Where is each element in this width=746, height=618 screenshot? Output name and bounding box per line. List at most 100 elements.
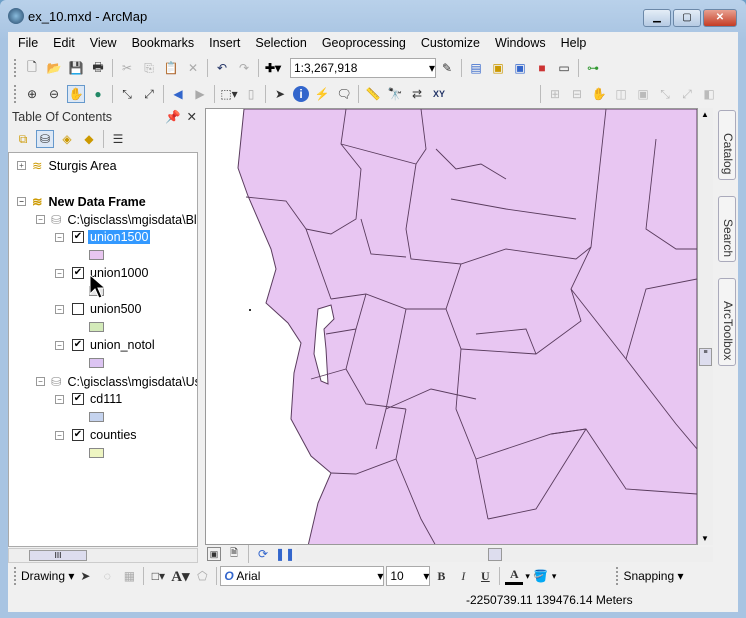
list-by-visibility-icon[interactable]: ◈ <box>58 130 76 148</box>
menu-bookmarks[interactable]: Bookmarks <box>132 36 195 50</box>
pin-icon[interactable]: 📌 <box>165 108 181 126</box>
menu-edit[interactable]: Edit <box>53 36 75 50</box>
paste-icon[interactable]: 📋 <box>162 59 180 77</box>
layer-visibility-checkbox[interactable] <box>72 303 84 315</box>
layer-symbol[interactable] <box>89 250 104 260</box>
map-view[interactable] <box>205 108 698 547</box>
html-popup-icon[interactable]: 🗨 <box>335 85 353 103</box>
text-icon[interactable]: A▾ <box>171 567 189 585</box>
maximize-button[interactable]: ▢ <box>673 9 701 27</box>
print-icon[interactable]: 🖶 <box>89 59 107 77</box>
map-vertical-scrollbar[interactable]: ▲ ≡ ▼ <box>698 108 713 545</box>
menu-view[interactable]: View <box>90 36 117 50</box>
back-extent-icon[interactable]: ◀ <box>169 85 187 103</box>
forward-extent-icon[interactable]: ▶ <box>191 85 209 103</box>
scroll-thumb[interactable]: ≡ <box>699 348 712 366</box>
measure-icon[interactable]: 📏 <box>364 85 382 103</box>
select-elements-icon[interactable]: ➤ <box>271 85 289 103</box>
data-view-icon[interactable]: ▣ <box>207 547 221 561</box>
bold-button[interactable]: B <box>432 567 450 585</box>
layer-symbol[interactable] <box>89 412 104 422</box>
font-combo[interactable]: O Arial ▾ <box>220 566 385 586</box>
layer-union-notol[interactable]: − ✔ union_notol <box>55 338 155 352</box>
layer-union500[interactable]: − union500 <box>55 302 141 316</box>
edit-vertices-icon[interactable]: ⬠ <box>193 567 211 585</box>
minimize-button[interactable]: ▁ <box>643 9 671 27</box>
drawing-menu[interactable]: Drawing ▾ <box>21 569 74 583</box>
zoom-to-selected-icon[interactable]: ▦ <box>120 567 138 585</box>
select-features-icon[interactable]: ⬚▾ <box>220 85 238 103</box>
delete-icon[interactable]: ✕ <box>184 59 202 77</box>
layer-symbol[interactable] <box>89 448 104 458</box>
toc-window-icon[interactable]: ▤ <box>467 59 485 77</box>
map-horizontal-scrollbar[interactable] <box>296 546 713 562</box>
layer-symbol[interactable] <box>89 358 104 368</box>
layout-view-icon[interactable]: 🗎 <box>225 545 243 563</box>
scale-combo[interactable]: 1:3,267,918 ▾ <box>290 58 436 78</box>
redo-icon[interactable]: ↷ <box>235 59 253 77</box>
layer-visibility-checkbox[interactable]: ✔ <box>72 339 84 351</box>
data-frame-new[interactable]: − ≋ New Data Frame <box>17 194 146 209</box>
new-icon[interactable]: 🗋 <box>23 59 41 77</box>
refresh-icon[interactable]: ⟳ <box>254 545 272 563</box>
scroll-thumb[interactable] <box>488 547 502 561</box>
font-size-combo[interactable]: 10 ▾ <box>386 566 431 586</box>
clear-selection-icon[interactable]: ▯ <box>242 85 260 103</box>
rectangle-icon[interactable]: □▾ <box>149 567 167 585</box>
fill-color-icon[interactable]: 🪣 <box>532 567 550 585</box>
menu-help[interactable]: Help <box>561 36 587 50</box>
find-route-icon[interactable]: ⇄ <box>408 85 426 103</box>
list-by-source-icon[interactable]: ⛁ <box>36 130 54 148</box>
toc-close-icon[interactable]: ✕ <box>187 108 197 126</box>
snapping-menu[interactable]: Snapping ▾ <box>623 569 683 583</box>
python-window-icon[interactable]: ▭ <box>555 59 573 77</box>
go-to-xy-icon[interactable]: XY <box>430 85 448 103</box>
zoom-out-icon[interactable]: ⊖ <box>45 85 63 103</box>
identify-icon[interactable]: i <box>293 86 309 102</box>
layer-visibility-checkbox[interactable]: ✔ <box>72 429 84 441</box>
map-canvas[interactable] <box>206 108 698 547</box>
open-icon[interactable]: 📂 <box>45 59 63 77</box>
arctoolbox-icon[interactable]: ■ <box>533 59 551 77</box>
search-tab[interactable]: Search <box>718 196 736 262</box>
layer-visibility-checkbox[interactable]: ✔ <box>72 267 84 279</box>
options-icon[interactable]: ☰ <box>109 130 127 148</box>
layer-union1500[interactable]: − ✔ union1500 <box>55 230 151 244</box>
fixed-zoom-in-icon[interactable]: ⤡ <box>118 85 136 103</box>
rotate-icon[interactable]: ◌ <box>98 567 116 585</box>
hyperlink-icon[interactable]: ⚡ <box>313 85 331 103</box>
toolbar-grip[interactable] <box>14 567 17 585</box>
layer-cd111[interactable]: − ✔ cd111 <box>55 392 122 406</box>
select-elements-icon[interactable]: ➤ <box>76 567 94 585</box>
scroll-thumb[interactable]: III <box>29 550 87 561</box>
toolbar-grip[interactable] <box>14 59 17 77</box>
add-data-icon[interactable]: ✚▾ <box>264 59 282 77</box>
layer-counties[interactable]: − ✔ counties <box>55 428 137 442</box>
menu-geoprocessing[interactable]: Geoprocessing <box>322 36 406 50</box>
full-extent-icon[interactable]: ● <box>89 85 107 103</box>
catalog-tab[interactable]: Catalog <box>718 110 736 180</box>
toc-horizontal-scrollbar[interactable]: III <box>8 548 198 563</box>
pan-icon[interactable]: ✋ <box>67 85 85 103</box>
font-color-button[interactable]: A <box>505 567 524 585</box>
menu-windows[interactable]: Windows <box>495 36 546 50</box>
toolbar-grip[interactable] <box>616 567 619 585</box>
menu-insert[interactable]: Insert <box>209 36 240 50</box>
search-window-icon[interactable]: ▣ <box>511 59 529 77</box>
zoom-in-icon[interactable]: ⊕ <box>23 85 41 103</box>
list-by-selection-icon[interactable]: ◆ <box>80 130 98 148</box>
find-icon[interactable]: 🔭 <box>386 85 404 103</box>
italic-button[interactable]: I <box>454 567 472 585</box>
undo-icon[interactable]: ↶ <box>213 59 231 77</box>
model-builder-icon[interactable]: ⊶ <box>584 59 602 77</box>
save-icon[interactable]: 💾 <box>67 59 85 77</box>
menu-customize[interactable]: Customize <box>421 36 480 50</box>
copy-icon[interactable]: ⎘ <box>140 59 158 77</box>
arctoolbox-tab[interactable]: ArcToolbox <box>718 278 736 366</box>
menu-file[interactable]: File <box>18 36 38 50</box>
fixed-zoom-out-icon[interactable]: ⤢ <box>140 85 158 103</box>
list-by-drawing-order-icon[interactable]: ⧉ <box>14 130 32 148</box>
layer-visibility-checkbox[interactable]: ✔ <box>72 231 84 243</box>
pause-drawing-icon[interactable]: ❚❚ <box>275 545 295 563</box>
cut-icon[interactable]: ✂ <box>118 59 136 77</box>
